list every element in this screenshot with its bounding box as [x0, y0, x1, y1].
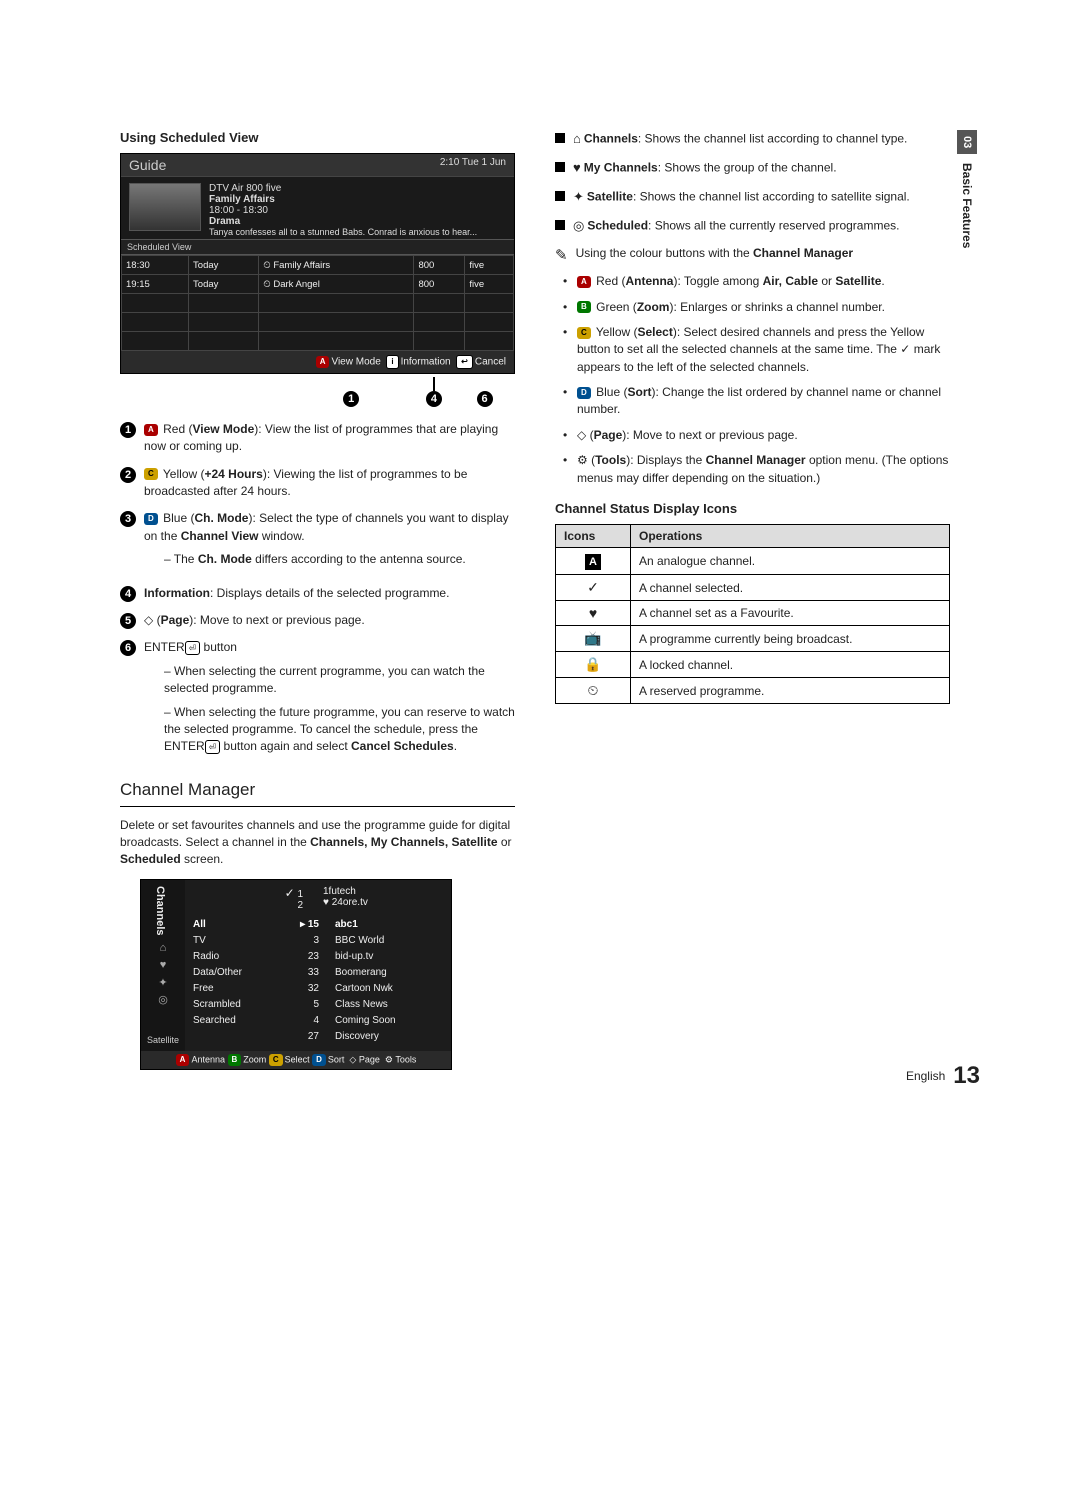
tv-icon: 📺	[556, 626, 631, 652]
page-footer: English 13	[906, 1062, 980, 1090]
section-label: Basic Features	[960, 157, 974, 248]
guide-source: DTV Air 800 five	[209, 183, 477, 194]
heart-icon: ♥	[556, 601, 631, 626]
clock-icon: ⏲	[556, 678, 631, 704]
satellite-icon: ✦	[573, 188, 584, 207]
cm-filters: All TV Radio Data/Other Free Scrambled S…	[185, 911, 277, 1051]
enter-icon: ⏎	[185, 641, 201, 655]
cm-nums: ▸ 15 3 23 33 32 5 4 27	[277, 911, 327, 1051]
guide-title: Guide	[129, 157, 166, 173]
guide-desc: Tanya confesses all to a stunned Babs. C…	[209, 227, 477, 237]
heart-icon: ♥	[154, 958, 172, 972]
channels-icon: ⌂	[154, 941, 172, 955]
check-icon: ✓	[556, 575, 631, 601]
page-number: 13	[953, 1062, 980, 1090]
tools-icon: ⚙	[577, 453, 588, 467]
satellite-icon: ✦	[154, 975, 172, 989]
cm-names: abc1 BBC World bid-up.tv Boomerang Carto…	[327, 911, 451, 1051]
scheduled-icon: ◎	[573, 217, 584, 236]
cm-side-bottom: Satellite	[147, 1035, 179, 1045]
cm-side-label: Channels	[154, 886, 166, 936]
channel-manager-title: Channel Manager	[120, 780, 515, 800]
guide-grid: 18:30 Today ⏲ Family Affairs 800 five 19…	[121, 255, 514, 351]
cm-footer: AAntenna BZoom CSelect DSort ◇ Page ⚙ To…	[141, 1051, 451, 1069]
analogue-icon: A	[585, 554, 601, 570]
guide-tab: Scheduled View	[121, 239, 514, 255]
guide-genre: Drama	[209, 216, 240, 227]
col-ops: Operations	[631, 525, 950, 548]
guide-clock: 2:10 Tue 1 Jun	[440, 157, 506, 173]
note-colour-buttons: ✎ Using the colour buttons with the Chan…	[555, 245, 950, 267]
guide-screenshot: Guide 2:10 Tue 1 Jun DTV Air 800 five Fa…	[120, 153, 515, 374]
section-tab: 03 Basic Features	[954, 130, 980, 251]
numbered-list: 1 A Red (View Mode): View the list of pr…	[120, 421, 515, 762]
scheduled-icon: ◎	[154, 992, 172, 1006]
guide-callouts: 1 4 6	[120, 376, 515, 407]
section-number: 03	[957, 130, 977, 154]
channel-manager-intro: Delete or set favourites channels and us…	[120, 817, 515, 869]
icons-table-heading: Channel Status Display Icons	[555, 501, 950, 516]
note-icon: ✎	[555, 245, 568, 267]
footer-lang: English	[906, 1069, 945, 1083]
feature-list: ⌂Channels: Shows the channel list accord…	[555, 130, 950, 235]
colour-button-list: A Red (Antenna): Toggle among Air, Cable…	[555, 273, 950, 487]
guide-footer: AView Mode iInformation ↩Cancel	[121, 351, 514, 373]
icons-table: Icons Operations AAn analogue channel. ✓…	[555, 524, 950, 704]
col-icons: Icons	[556, 525, 631, 548]
guide-prog: Family Affairs	[209, 194, 275, 205]
guide-time: 18:00 - 18:30	[209, 205, 477, 216]
heading-scheduled-view: Using Scheduled View	[120, 130, 515, 145]
channels-icon: ⌂	[573, 130, 581, 149]
lock-icon: 🔒	[556, 652, 631, 678]
guide-thumbnail	[129, 183, 201, 231]
heart-icon: ♥	[573, 159, 581, 178]
channel-manager-screenshot: Channels ⌂ ♥ ✦ ◎ Satellite ✓ 1	[140, 879, 452, 1070]
